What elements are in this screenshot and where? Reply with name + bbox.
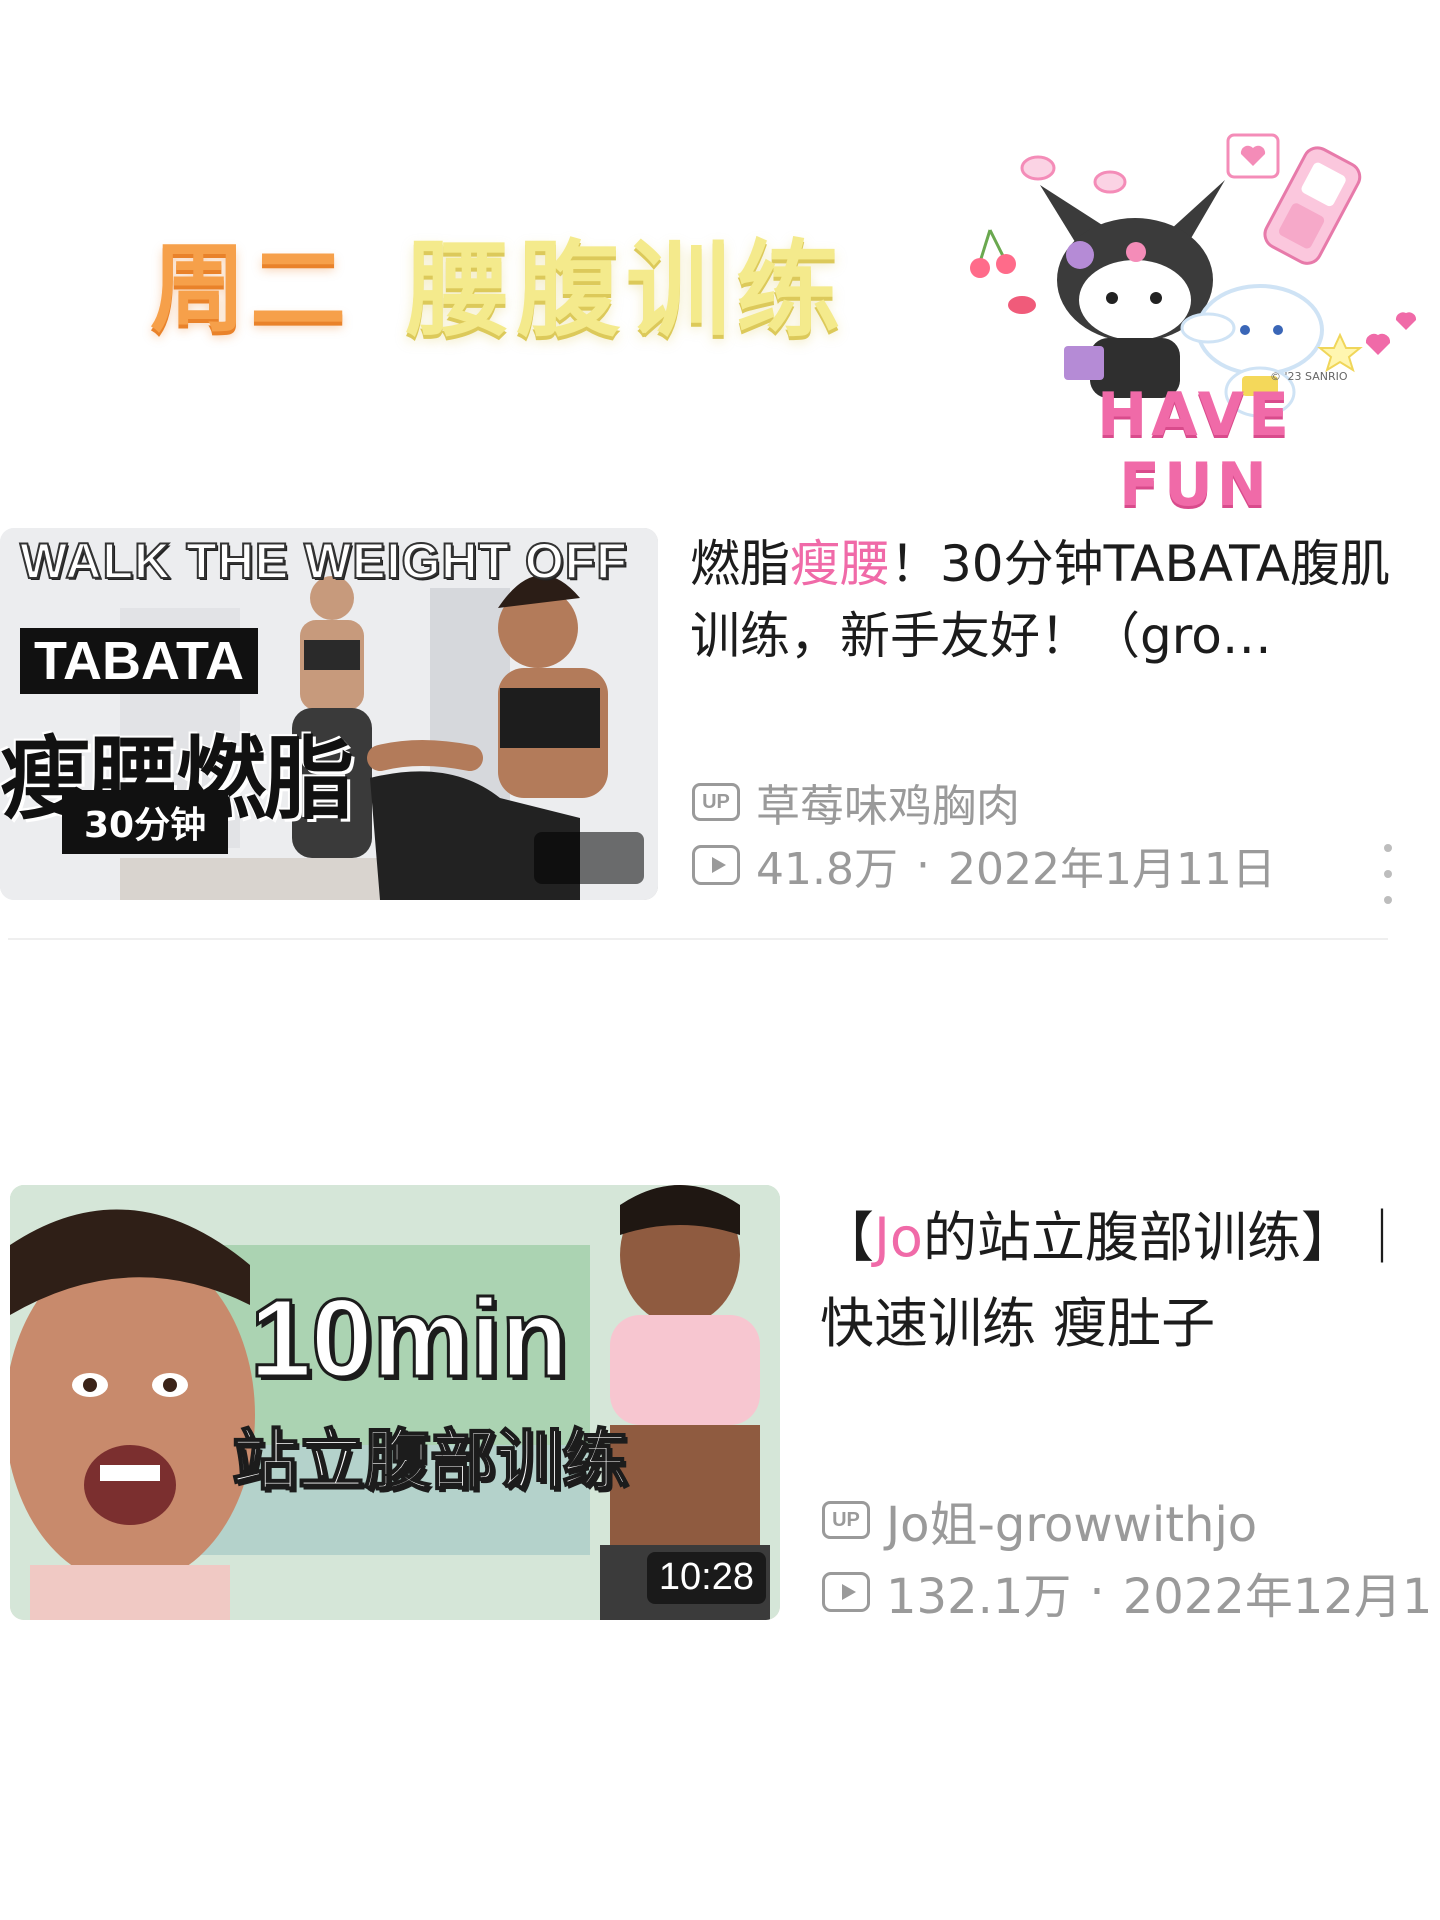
stats-row: 41.8万 · 2022年1月11日 — [692, 833, 1276, 897]
more-vertical-icon[interactable] — [1376, 844, 1400, 904]
video-info: 【Jo的站立腹部训练】｜快速训练 瘦肚子 UP Jo姐-growwithjo 1… — [820, 1185, 1440, 1625]
star-icon — [1317, 332, 1363, 373]
video-thumbnail[interactable]: 10min 站立腹部训练 10:28 — [10, 1185, 780, 1620]
title-highlight: Jo — [874, 1206, 923, 1269]
thumbnail-banner-text: WALK THE WEIGHT OFF — [19, 532, 628, 590]
header-topic: 腰腹训练 — [406, 228, 847, 351]
duration-badge: 10:28 — [646, 1552, 766, 1604]
heart-icon — [1395, 312, 1417, 330]
thumbnail-sub-text: 站立腹部训练 — [231, 1421, 629, 1500]
stats-row: 132.1万 · 2022年12月1 — [822, 1557, 1432, 1627]
uploader-name: 草莓味鸡胸肉 — [756, 781, 1020, 832]
play-icon — [822, 1572, 870, 1612]
heart-icon — [1093, 170, 1127, 194]
video-thumbnail[interactable]: WALK THE WEIGHT OFF TABATA 瘦腰燃脂 30分钟 — [0, 528, 658, 900]
video-info: 燃脂瘦腰！30分钟TABATA腹肌训练，新手友好！（gro… UP 草莓味鸡胸肉… — [690, 528, 1410, 900]
video-title[interactable]: 燃脂瘦腰！30分钟TABATA腹肌训练，新手友好！（gro… — [690, 528, 1410, 672]
upload-date: 2022年1月11日 — [947, 844, 1276, 895]
heart-icon — [1365, 333, 1391, 355]
header-day: 周二 — [150, 232, 350, 345]
title-highlight: 瘦腰 — [790, 535, 890, 593]
title-prefix: 燃脂 — [690, 535, 790, 593]
uploader-row[interactable]: UP 草莓味鸡胸肉 — [692, 770, 1020, 834]
up-icon: UP — [692, 783, 740, 821]
title-prefix: 【 — [820, 1206, 874, 1269]
cherry-icon — [970, 229, 1016, 278]
lips-icon — [1008, 296, 1036, 314]
view-count: 41.8万 — [756, 844, 898, 895]
up-icon: UP — [822, 1501, 870, 1539]
page-header-title: 周二 腰腹训练 — [150, 200, 846, 360]
play-icon — [692, 845, 740, 885]
uploader-row[interactable]: UP Jo姐-growwithjo — [822, 1485, 1257, 1555]
have-fun-text: HAVE FUN — [1097, 380, 1293, 520]
video-card[interactable]: WALK THE WEIGHT OFF TABATA 瘦腰燃脂 30分钟 燃脂瘦… — [0, 528, 1440, 942]
kuromi-character — [1040, 180, 1225, 398]
heart-icon — [1020, 155, 1056, 181]
upload-date: 2022年12月1 — [1122, 1569, 1433, 1625]
video-card[interactable]: 10min 站立腹部训练 10:28 【Jo的站立腹部训练】｜快速训练 瘦肚子 … — [0, 1185, 1440, 1625]
duration-badge — [534, 832, 644, 884]
view-count: 132.1万 — [886, 1569, 1072, 1625]
divider — [8, 938, 1388, 940]
separator-dot: · — [915, 839, 930, 891]
uploader-name: Jo姐-growwithjo — [886, 1497, 1258, 1553]
video-title[interactable]: 【Jo的站立腹部训练】｜快速训练 瘦肚子 — [820, 1185, 1440, 1367]
separator-dot: · — [1089, 1564, 1105, 1620]
heart-chat-icon — [1226, 133, 1280, 179]
thumbnail-big-text: 10min — [249, 1276, 570, 1402]
thumbnail-tag: TABATA — [20, 628, 258, 694]
thumbnail-sub-text: 30分钟 — [62, 790, 229, 854]
